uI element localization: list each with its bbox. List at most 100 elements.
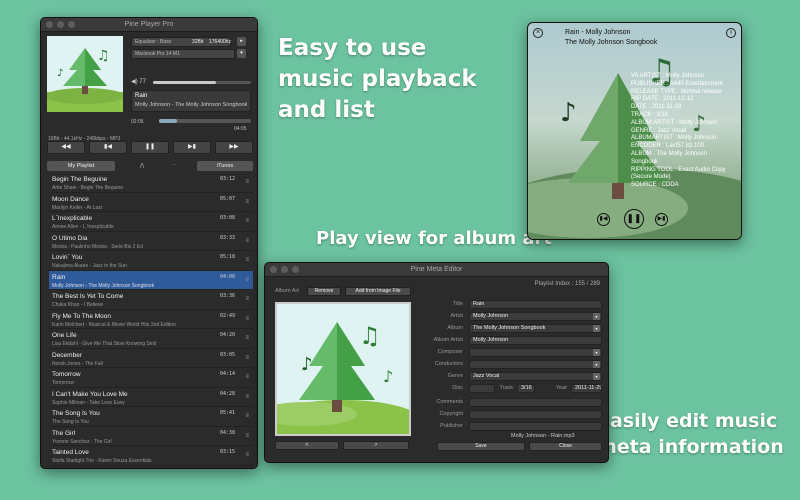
row-menu-icon[interactable]: ≡ (245, 452, 249, 458)
artist-field[interactable]: Molly Johnson ▾ (469, 312, 602, 321)
tab-my-playlist[interactable]: My Playlist (47, 161, 115, 171)
row-menu-icon[interactable]: ≡ (245, 355, 249, 361)
svg-text:♪: ♪ (383, 367, 393, 386)
metadata-line: VA ARTIST : Molly Johnson (631, 73, 705, 79)
previous-track-icon[interactable]: ▮◀ (597, 213, 610, 226)
metadata-line: PUBLISHER : A440 Entertainment (631, 80, 723, 87)
save-button[interactable]: Save (437, 442, 525, 451)
pause-button[interactable]: ❚❚ (131, 141, 169, 154)
volume-slider[interactable] (153, 81, 251, 84)
conductors-dropdown-icon[interactable]: ▾ (593, 361, 600, 368)
label-track: Track (499, 385, 513, 391)
title-field[interactable]: Rain (469, 300, 602, 309)
row-menu-icon[interactable]: ≡ (245, 218, 249, 224)
table-row[interactable]: Fly Me To The Moon Karin Melchert - Music… (49, 310, 253, 329)
editor-close-button[interactable] (270, 266, 277, 273)
label-disc: Disc (452, 385, 463, 391)
copyright-field[interactable] (469, 410, 602, 419)
conductors-field[interactable]: ▾ (469, 360, 602, 369)
comments-field[interactable] (469, 398, 602, 407)
row-menu-icon[interactable]: ≡ (245, 179, 249, 185)
table-row[interactable]: Tomorrow Tomorrow 04:14 ≡ (49, 368, 253, 388)
track-duration: 04:00 (219, 273, 235, 280)
album-field[interactable]: The Molly Johnson Songbook ▾ (469, 324, 602, 333)
table-row[interactable]: O Utimo Dia Moska - Paulinho Moska - Seri… (49, 232, 253, 251)
more-icon[interactable]: ⋯ (167, 161, 181, 171)
close-window-button[interactable] (46, 21, 53, 28)
publisher-field[interactable] (469, 422, 602, 431)
table-row[interactable]: December Norah Jones - The Fall 03:05 ≡ (49, 349, 253, 368)
table-row[interactable]: Tainted Love Stella Starlight Trio - Kare… (49, 446, 253, 466)
row-menu-icon[interactable]: ≡ (245, 394, 249, 400)
table-row[interactable]: The Girl Yvonne Sanchez - The Girl 04:38 ≡ (49, 427, 253, 446)
transport-controls: ◀◀ ▮◀ ❚❚ ▶▮ ▶▶ (47, 141, 253, 154)
album-dropdown-icon[interactable]: ▾ (593, 325, 600, 332)
table-row[interactable]: The Song Is You The Song Is You 05:41 ≡ (49, 407, 253, 427)
table-row[interactable]: AloneJesse Cook - Frontiers02:28≡ (49, 466, 253, 469)
year-field[interactable]: 2011-11-29 (571, 384, 602, 393)
next-button[interactable]: ▶▮ (173, 141, 211, 154)
row-menu-icon[interactable]: ≡ (245, 277, 249, 283)
playlist-index: Playlist Index : 155 / 289 (534, 281, 600, 287)
genre-dropdown-icon[interactable]: ▾ (593, 373, 600, 380)
row-menu-icon[interactable]: ≡ (245, 374, 249, 380)
row-menu-icon[interactable]: ≡ (245, 433, 249, 439)
row-menu-icon[interactable]: ≡ (245, 296, 249, 302)
composer-field[interactable]: ▾ (469, 348, 602, 357)
now-playing-box: Rain Molly Johnson - The Molly Johnson S… (131, 90, 251, 112)
track-subtitle: Nakajima Akane - Jazz in the Sun (52, 263, 127, 269)
table-row[interactable]: I Can't Make You Love Me Sophie Milman - … (49, 388, 253, 407)
previous-item-button[interactable]: < (275, 441, 339, 450)
tab-itunes[interactable]: iTunes (197, 161, 253, 171)
row-menu-icon[interactable]: ≡ (245, 257, 249, 263)
output-settings-icon[interactable]: ▸ (237, 37, 246, 46)
table-row[interactable]: L`Inexplicable Aimee Allen - L`Inexplicab… (49, 212, 253, 232)
seek-fill (159, 119, 178, 123)
close-view-icon[interactable]: × (533, 28, 543, 38)
previous-button[interactable]: ▮◀ (89, 141, 127, 154)
metadata-line: GENRE : Jazz Vocal (631, 127, 687, 134)
table-row[interactable]: Lovin` You Nakajima Akane - Jazz in the S… (49, 251, 253, 271)
row-menu-icon[interactable]: ≡ (245, 238, 249, 244)
artist-dropdown-icon[interactable]: ▾ (593, 313, 600, 320)
row-menu-icon[interactable]: ≡ (245, 199, 249, 205)
time-elapsed: 02:05 (131, 119, 144, 125)
next-item-button[interactable]: > (343, 441, 409, 450)
row-menu-icon[interactable]: ≡ (245, 335, 249, 341)
row-menu-icon[interactable]: ≡ (245, 413, 249, 419)
sort-icon[interactable]: ⋀ (135, 161, 149, 171)
editor-minimize-button[interactable] (281, 266, 288, 273)
fast-forward-button[interactable]: ▶▶ (215, 141, 253, 154)
table-row[interactable]: One Life Lisa Ekdahl - Give Me That Slow … (49, 329, 253, 349)
remove-art-button[interactable]: Remove (307, 287, 341, 296)
table-row[interactable]: Begin The Beguine Artie Shaw - Begin The … (49, 173, 253, 193)
metadata-line: RELEASE TYPE : Normal release (631, 88, 722, 95)
seek-bar[interactable] (159, 119, 251, 123)
svg-text:♪: ♪ (301, 354, 313, 375)
row-menu-icon[interactable]: ≡ (245, 316, 249, 322)
device-dropdown-icon[interactable]: ▾ (237, 49, 246, 58)
track-subtitle: Yvonne Sanchez - The Girl (52, 438, 112, 445)
genre-field[interactable]: Jazz Vocal ▾ (469, 372, 602, 381)
label-composer: Composer (437, 349, 463, 355)
table-row[interactable]: Rain Molly Johnson - The Molly Johnson So… (49, 270, 253, 290)
info-icon[interactable]: i (726, 28, 736, 38)
track-subtitle: Chaka Khan - I Believe (52, 302, 104, 308)
add-image-button[interactable]: Add from Image File (345, 287, 411, 296)
track-subtitle: Stella Starlight Trio - Karen Souza Esse… (52, 458, 152, 464)
device-select[interactable]: Macbook Pro 14 M1 (131, 49, 235, 59)
next-track-icon[interactable]: ▶▮ (655, 213, 668, 226)
close-button[interactable]: Close (529, 442, 602, 451)
rewind-button[interactable]: ◀◀ (47, 141, 85, 154)
album-artist-field[interactable]: Molly Johnson (469, 336, 602, 345)
minimize-window-button[interactable] (57, 21, 64, 28)
zoom-window-button[interactable] (68, 21, 75, 28)
table-row[interactable]: The Best Is Yet To Come Chaka Khan - I Be… (49, 290, 253, 310)
table-row[interactable]: Moon Dance Marilyn Keller - At Last 05:07 ≡ (49, 193, 253, 212)
metadata-line: RIP DATE : 2011-12-12 (631, 96, 694, 103)
editor-zoom-button[interactable] (292, 266, 299, 273)
composer-dropdown-icon[interactable]: ▾ (593, 349, 600, 356)
editor-album-art[interactable]: ♫ ♪ ♪ (265, 302, 423, 444)
album-art-thumbnail[interactable]: ♫ ♪ (47, 36, 123, 112)
pause-icon[interactable]: ❚❚ (624, 209, 644, 229)
